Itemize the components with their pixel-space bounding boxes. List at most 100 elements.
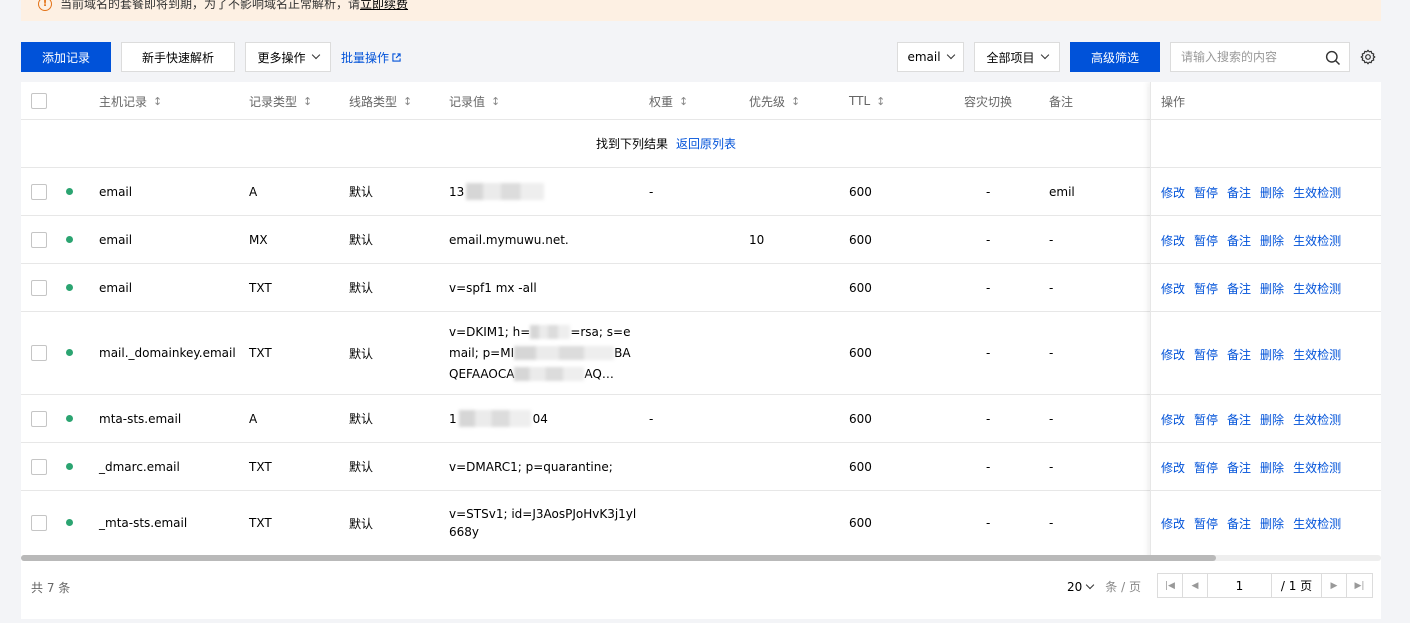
check-link[interactable]: 生效检测: [1293, 411, 1341, 428]
delete-link[interactable]: 删除: [1260, 232, 1284, 249]
edit-link[interactable]: 修改: [1161, 346, 1185, 363]
cell-failover: -: [986, 184, 991, 199]
redacted-mask: [530, 325, 571, 339]
subdomain-filter-select[interactable]: email: [897, 42, 964, 72]
subdomain-filter-value: email: [907, 50, 941, 64]
remark-link[interactable]: 备注: [1227, 515, 1251, 532]
search-input[interactable]: [1181, 50, 1321, 64]
edit-link[interactable]: 修改: [1161, 459, 1185, 476]
row-checkbox[interactable]: [31, 232, 47, 248]
col-line[interactable]: 线路类型 ↕: [349, 82, 412, 120]
renew-link[interactable]: 立即续费: [360, 0, 408, 12]
check-link[interactable]: 生效检测: [1293, 280, 1341, 297]
cell-line: 默认: [349, 281, 374, 295]
cell-type: A: [249, 411, 258, 426]
row-checkbox[interactable]: [31, 515, 47, 531]
delete-link[interactable]: 删除: [1260, 515, 1284, 532]
delete-link[interactable]: 删除: [1260, 184, 1284, 201]
delete-link[interactable]: 删除: [1260, 459, 1284, 476]
first-page-button[interactable]: |◀: [1158, 574, 1183, 597]
chevron-down-icon: [311, 50, 320, 60]
delete-link[interactable]: 删除: [1260, 280, 1284, 297]
remark-link[interactable]: 备注: [1227, 411, 1251, 428]
cell-type: TXT: [249, 459, 272, 474]
col-type[interactable]: 记录类型 ↕: [249, 82, 312, 120]
pause-link[interactable]: 暂停: [1194, 280, 1218, 297]
cell-remark: -: [1049, 232, 1054, 247]
remark-link[interactable]: 备注: [1227, 232, 1251, 249]
delete-link[interactable]: 删除: [1260, 346, 1284, 363]
value-text: 04: [532, 411, 548, 426]
more-ops-dropdown[interactable]: 更多操作: [245, 42, 331, 72]
edit-link[interactable]: 修改: [1161, 232, 1185, 249]
row-checkbox[interactable]: [31, 411, 47, 427]
remark-link[interactable]: 备注: [1227, 346, 1251, 363]
cell-value: 13: [449, 168, 545, 215]
pause-link[interactable]: 暂停: [1194, 184, 1218, 201]
col-ttl-label: TTL: [849, 94, 871, 108]
value-line: mail; p=MI BA: [449, 343, 631, 364]
row-checkbox[interactable]: [31, 345, 47, 361]
page-number-input[interactable]: [1208, 574, 1272, 597]
row-checkbox[interactable]: [31, 280, 47, 296]
remark-link[interactable]: 备注: [1227, 280, 1251, 297]
back-to-list-link[interactable]: 返回原列表: [676, 135, 736, 152]
edit-link[interactable]: 修改: [1161, 280, 1185, 297]
add-record-button[interactable]: 添加记录: [21, 42, 111, 72]
row-actions: 修改 暂停 备注 删除 生效检测: [1161, 515, 1341, 532]
check-link[interactable]: 生效检测: [1293, 459, 1341, 476]
cell-value: email.mymuwu.net.: [449, 232, 569, 247]
notice-text: 当前域名的套餐即将到期，为了不影响域名正常解析，请: [60, 0, 361, 11]
col-priority[interactable]: 优先级 ↕: [749, 82, 800, 120]
project-filter-select[interactable]: 全部项目: [974, 42, 1060, 72]
check-link[interactable]: 生效检测: [1293, 515, 1341, 532]
cell-ttl: 600: [849, 459, 872, 474]
pause-link[interactable]: 暂停: [1194, 346, 1218, 363]
quick-parse-button[interactable]: 新手快速解析: [121, 42, 235, 72]
pause-link[interactable]: 暂停: [1194, 515, 1218, 532]
batch-ops-link[interactable]: 批量操作: [341, 42, 401, 72]
next-page-button[interactable]: ▶: [1322, 574, 1347, 597]
cell-failover: -: [986, 346, 991, 360]
check-link[interactable]: 生效检测: [1293, 184, 1341, 201]
edit-link[interactable]: 修改: [1161, 515, 1185, 532]
check-link[interactable]: 生效检测: [1293, 346, 1341, 363]
chevron-down-icon: [1040, 50, 1049, 60]
search-icon[interactable]: [1325, 50, 1341, 66]
cell-ttl: 600: [849, 280, 872, 295]
remark-link[interactable]: 备注: [1227, 459, 1251, 476]
prev-page-button[interactable]: ◀: [1183, 574, 1208, 597]
edit-link[interactable]: 修改: [1161, 411, 1185, 428]
page-size-select[interactable]: 20 条 / 页: [1067, 578, 1141, 595]
col-host[interactable]: 主机记录 ↕: [99, 82, 162, 120]
row-actions: 修改 暂停 备注 删除 生效检测: [1161, 184, 1341, 201]
pause-link[interactable]: 暂停: [1194, 459, 1218, 476]
last-page-button[interactable]: ▶|: [1347, 574, 1372, 597]
cell-line: 默认: [349, 185, 374, 199]
col-value[interactable]: 记录值 ↕: [449, 82, 500, 120]
sort-icon: ↕: [403, 94, 413, 108]
check-link[interactable]: 生效检测: [1293, 232, 1341, 249]
cell-type: MX: [249, 232, 268, 247]
delete-link[interactable]: 删除: [1260, 411, 1284, 428]
value-fragment: BA: [614, 345, 631, 360]
sort-icon: ↕: [876, 94, 886, 108]
advanced-filter-button[interactable]: 高级筛选: [1070, 42, 1160, 72]
select-all-checkbox[interactable]: [31, 93, 47, 109]
cell-line: 默认: [349, 346, 374, 361]
cell-host: email: [99, 232, 133, 247]
chevron-down-icon: [946, 50, 955, 60]
chevron-down-icon: [1086, 580, 1095, 589]
pause-link[interactable]: 暂停: [1194, 232, 1218, 249]
edit-link[interactable]: 修改: [1161, 184, 1185, 201]
row-checkbox[interactable]: [31, 184, 47, 200]
col-ttl[interactable]: TTL ↕: [849, 82, 885, 120]
toolbar: 添加记录 新手快速解析 更多操作 批量操作 email 全部项目 高级筛选: [0, 42, 1410, 72]
row-checkbox[interactable]: [31, 459, 47, 475]
gear-icon[interactable]: [1360, 49, 1376, 65]
sort-icon: ↕: [679, 94, 689, 108]
pause-link[interactable]: 暂停: [1194, 411, 1218, 428]
remark-link[interactable]: 备注: [1227, 184, 1251, 201]
search-result-text: 找到下列结果: [595, 137, 668, 151]
col-weight[interactable]: 权重 ↕: [649, 82, 688, 120]
